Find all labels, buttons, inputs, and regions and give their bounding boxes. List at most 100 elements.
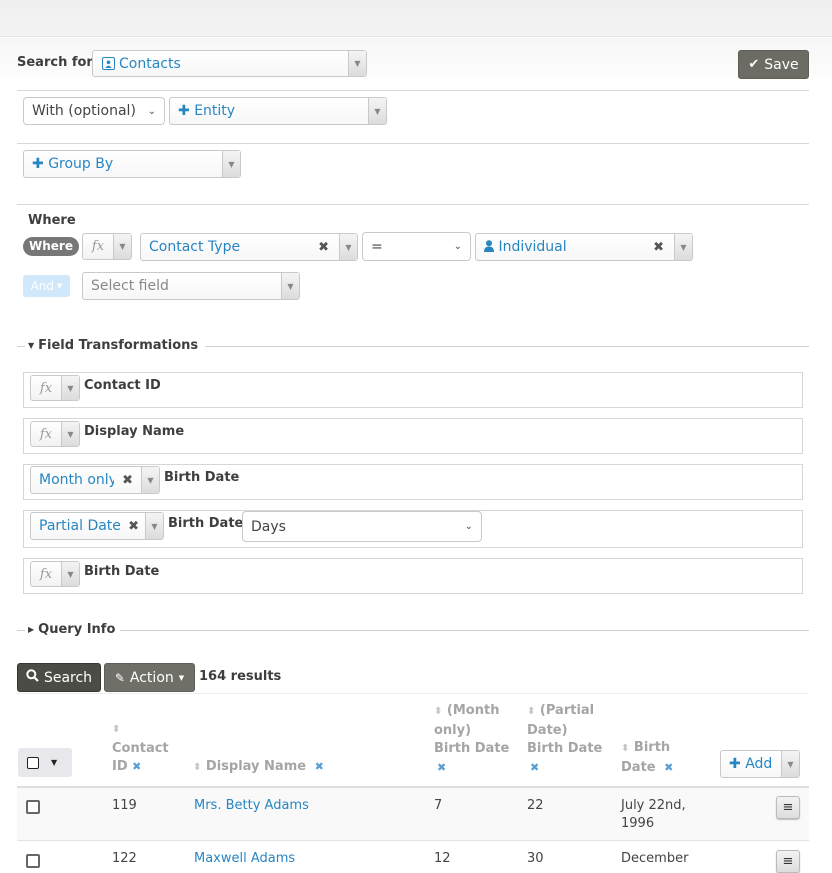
where-field-select[interactable]: Contact Type ✖ ▼: [140, 233, 358, 261]
chevron-down-icon[interactable]: ▼: [348, 51, 366, 76]
divider: [17, 90, 809, 91]
cell-partial-date: 30: [527, 851, 544, 866]
chevron-down-icon[interactable]: ▼: [222, 151, 240, 177]
search-button[interactable]: Search: [17, 663, 101, 692]
transform-function-select[interactable]: fx ▼: [30, 375, 80, 401]
transform-function-select[interactable]: fx ▼: [30, 561, 80, 587]
remove-column-icon[interactable]: ✖: [664, 761, 673, 774]
save-button[interactable]: ✔ Save: [738, 50, 809, 79]
where-function-select[interactable]: fx ▼: [82, 233, 132, 260]
chevron-down-icon[interactable]: ▼: [781, 751, 799, 777]
fx-icon: fx: [39, 426, 53, 442]
partial-date-select[interactable]: Days ⌄: [242, 511, 482, 542]
results-count: 164 results: [199, 669, 282, 684]
chevron-down-icon[interactable]: ▼: [339, 234, 357, 260]
sort-icon: ⬍: [434, 706, 443, 717]
select-field-select[interactable]: Select field ▼: [82, 272, 300, 300]
caret-down-icon: ▼: [57, 282, 63, 290]
join-entity-placeholder: ✚ Entity: [170, 103, 368, 119]
chevron-down-icon[interactable]: ▼: [674, 234, 692, 260]
select-field-placeholder: Select field: [91, 278, 169, 294]
transform-field-label: Birth Date: [164, 470, 240, 485]
chevron-down-icon: ⌄: [147, 105, 156, 117]
join-type-select[interactable]: With (optional) ⌄: [23, 97, 165, 125]
column-header-text: (Month: [446, 703, 500, 718]
group-by-placeholder: ✚ Group By: [24, 156, 222, 172]
column-header-month-only-birth-date[interactable]: ⬍ (Month only) Birth Date ✖: [434, 702, 509, 777]
divider: [17, 693, 809, 694]
clear-icon[interactable]: ✖: [308, 240, 339, 255]
remove-column-icon[interactable]: ✖: [530, 761, 539, 774]
where-heading: Where: [28, 213, 76, 228]
chevron-down-icon[interactable]: ▼: [145, 513, 163, 539]
row-menu-button[interactable]: ≡: [776, 850, 800, 873]
remove-column-icon[interactable]: ✖: [315, 760, 324, 773]
column-header-partial-date-birth-date[interactable]: ⬍ (Partial Date) Birth Date ✖: [527, 702, 602, 777]
plus-icon: ✚: [178, 103, 190, 119]
transform-row: fx ▼ Birth Date: [23, 558, 803, 594]
birth-date-line: July 22nd,: [621, 798, 686, 813]
caret-down-icon: ▼: [178, 673, 185, 682]
caret-right-icon: ▶: [28, 625, 35, 634]
cell-birth-date: December: [621, 851, 689, 866]
add-column-button[interactable]: ✚ Add ▼: [720, 750, 800, 778]
group-by-select[interactable]: ✚ Group By ▼: [23, 150, 241, 178]
fieldset-line: [17, 630, 25, 631]
where-value-text: Individual: [498, 238, 567, 255]
column-header-text: Contact: [112, 740, 169, 756]
and-button[interactable]: And ▼: [23, 275, 70, 297]
chevron-down-icon[interactable]: ▼: [141, 467, 159, 493]
operator-select[interactable]: = ⌄: [362, 232, 471, 261]
transform-field-label: Contact ID: [84, 378, 161, 393]
action-button[interactable]: ✎ Action ▼: [104, 663, 195, 692]
remove-column-icon[interactable]: ✖: [132, 760, 141, 773]
table-row: 119 Mrs. Betty Adams 7 22 July 22nd, 1996…: [17, 788, 809, 841]
transform-row: fx ▼ Contact ID: [23, 372, 803, 408]
row-menu-button[interactable]: ≡: [776, 796, 800, 819]
select-all-dropdown[interactable]: ▼: [18, 748, 72, 777]
remove-column-icon[interactable]: ✖: [437, 761, 446, 774]
bars-icon: ≡: [782, 800, 794, 815]
row-checkbox[interactable]: [26, 800, 40, 814]
field-transformations-toggle[interactable]: ▼ Field Transformations: [28, 338, 198, 353]
transform-function-select[interactable]: Month only ✖ ▼: [30, 466, 160, 494]
row-checkbox[interactable]: [26, 854, 40, 868]
sort-icon: ⬍: [193, 762, 202, 773]
join-entity-select[interactable]: ✚ Entity ▼: [169, 97, 387, 125]
sort-icon: ⬍: [112, 724, 121, 735]
sort-icon: ⬍: [621, 743, 630, 754]
check-icon: ✔: [748, 57, 760, 72]
chevron-down-icon: ▼: [113, 234, 131, 259]
cell-contact-id: 122: [112, 851, 137, 866]
chevron-down-icon[interactable]: ▼: [368, 98, 386, 124]
query-info-toggle[interactable]: ▶ Query Info: [28, 622, 115, 637]
where-value-select[interactable]: Individual ✖ ▼: [475, 233, 693, 261]
search-icon: [26, 669, 39, 686]
add-column-label: ✚ Add: [721, 756, 781, 772]
column-header-text: Display Name: [205, 759, 307, 774]
column-header-text: only): [434, 722, 472, 738]
top-bar: [0, 0, 832, 37]
clear-icon[interactable]: ✖: [122, 519, 145, 534]
address-card-icon: [102, 57, 115, 70]
where-field-value: Contact Type: [149, 239, 241, 255]
cell-partial-date: 22: [527, 798, 544, 813]
transform-function-value: Month only: [39, 472, 115, 488]
transform-function-select[interactable]: Partial Date ✖ ▼: [30, 512, 164, 540]
transform-function-value: Partial Date: [39, 518, 121, 534]
column-header-birth-date[interactable]: ⬍ Birth Date ✖: [621, 739, 673, 777]
contact-link[interactable]: Mrs. Betty Adams: [194, 797, 309, 815]
entity-select[interactable]: Contacts ▼: [92, 50, 367, 77]
clear-icon[interactable]: ✖: [643, 240, 674, 255]
column-header-contact-id[interactable]: ⬍ Contact ID ✖: [112, 720, 169, 777]
transform-function-select[interactable]: fx ▼: [30, 421, 80, 447]
where-value-content: Individual: [476, 239, 643, 256]
cell-birth-date: July 22nd, 1996: [621, 797, 686, 833]
fx-icon: fx: [39, 380, 53, 396]
select-all-checkbox[interactable]: [27, 756, 39, 769]
clear-icon[interactable]: ✖: [114, 473, 141, 488]
column-header-display-name[interactable]: ⬍ Display Name ✖: [193, 758, 324, 778]
chevron-down-icon[interactable]: ▼: [281, 273, 299, 299]
chevron-down-icon: ⌄: [453, 241, 462, 252]
contact-link[interactable]: Maxwell Adams: [194, 850, 295, 868]
